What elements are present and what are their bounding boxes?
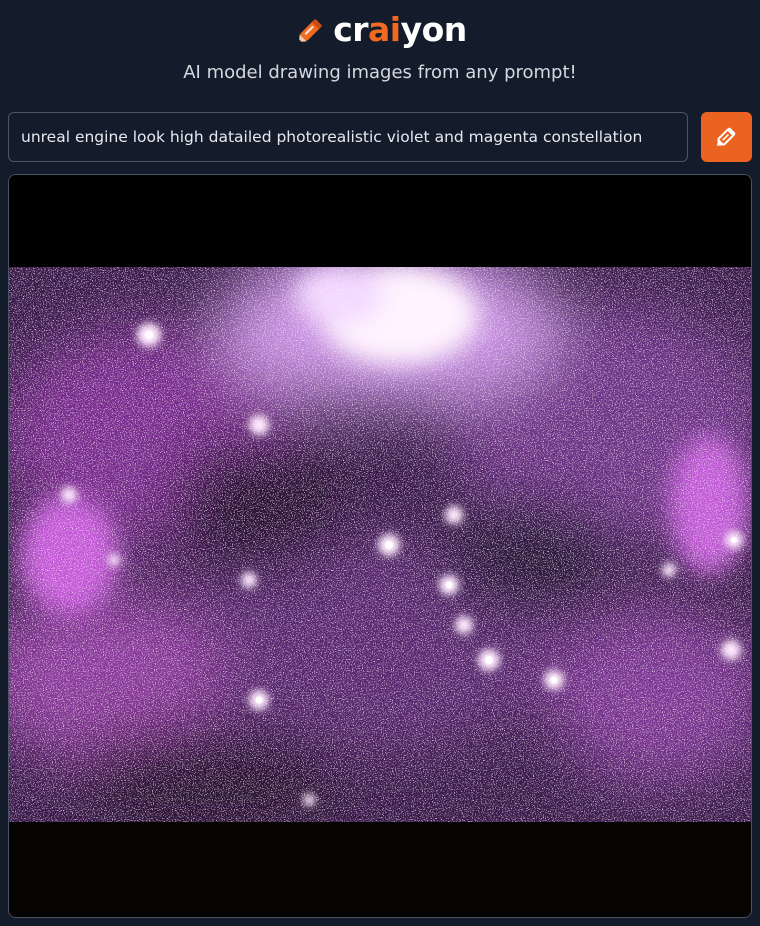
- pencil-icon: [293, 12, 329, 48]
- craiyon-logo[interactable]: craiyon: [0, 10, 760, 50]
- brand-name-suffix: yon: [400, 10, 468, 49]
- brand-name-prefix: cr: [333, 10, 369, 49]
- generated-image-frame: [8, 174, 752, 918]
- tagline: AI model drawing images from any prompt!: [183, 62, 577, 83]
- generated-image[interactable]: [9, 175, 751, 917]
- brand-name-accent: ai: [368, 10, 401, 49]
- pencil-icon: [712, 121, 742, 154]
- brand-name: craiyon: [333, 10, 467, 50]
- draw-button[interactable]: [701, 112, 752, 162]
- craiyon-page: craiyon AI model drawing images from any…: [0, 0, 760, 926]
- prompt-input[interactable]: [8, 112, 688, 162]
